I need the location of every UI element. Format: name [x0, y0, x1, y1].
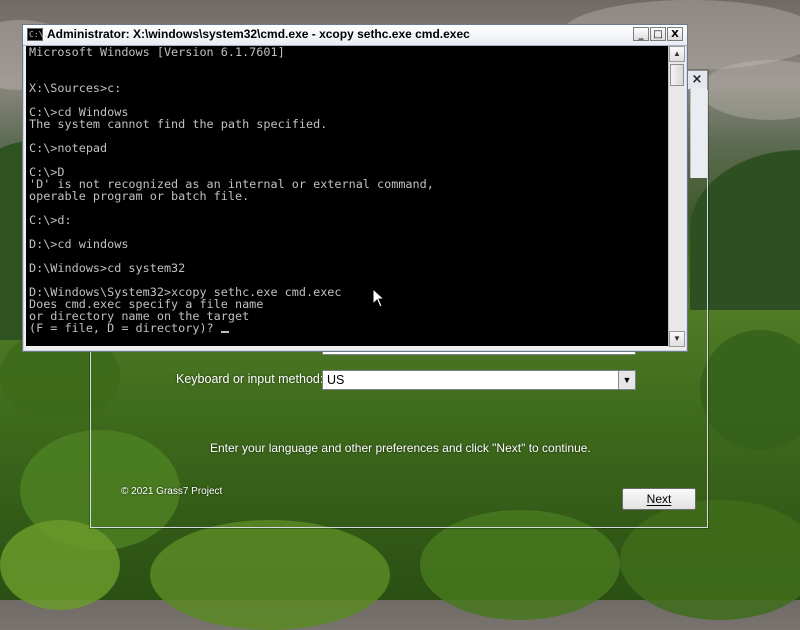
setup-close-button[interactable]: × [686, 70, 708, 90]
scroll-down-icon[interactable]: ▼ [669, 331, 685, 347]
console-line: D:\Windows>cd system32 [29, 261, 186, 275]
text-cursor [220, 331, 229, 333]
console-line: (F = file, D = directory)? [26, 322, 668, 334]
console-line: D:\>cd windows [29, 237, 129, 251]
maximize-button[interactable]: □ [650, 27, 666, 41]
keyboard-method-value: US [327, 373, 345, 387]
console-line: X:\Sources>c: [29, 81, 122, 95]
vertical-scrollbar[interactable]: ▲ ▼ [668, 46, 685, 347]
scroll-up-icon[interactable]: ▲ [669, 46, 685, 62]
close-button[interactable]: X [667, 27, 683, 41]
cmd-app-icon[interactable]: C:\. [27, 28, 48, 41]
setup-window-edge [690, 88, 707, 178]
chevron-down-icon[interactable]: ▼ [618, 371, 635, 389]
cmd-title-bar[interactable]: C:\. Administrator: X:\windows\system32\… [23, 25, 687, 46]
console-line: Microsoft Windows [Version 6.1.7601] [29, 46, 285, 59]
cmd-window-title: Administrator: X:\windows\system32\cmd.e… [47, 27, 470, 41]
next-button[interactable]: Next [622, 488, 696, 510]
mouse-pointer-icon [372, 288, 386, 308]
console-line: C:\>d: [29, 213, 72, 227]
next-button-label: Next [646, 492, 672, 506]
keyboard-method-select[interactable]: US ▼ [322, 370, 636, 390]
console-line: C:\>notepad [29, 141, 108, 155]
console-line: operable program or batch file. [29, 189, 250, 203]
console-line: The system cannot find the path specifie… [29, 117, 328, 131]
scrollbar-thumb[interactable] [670, 64, 684, 86]
copyright-text: © 2021 Grass7 Project [121, 486, 223, 497]
setup-instruction: Enter your language and other preference… [210, 441, 591, 455]
cmd-window[interactable]: C:\. Administrator: X:\windows\system32\… [22, 24, 688, 352]
keyboard-method-label: Keyboard or input method: [176, 372, 324, 386]
minimize-button[interactable]: _ [633, 27, 649, 41]
cmd-console[interactable]: Microsoft Windows [Version 6.1.7601] X:\S… [26, 46, 668, 346]
